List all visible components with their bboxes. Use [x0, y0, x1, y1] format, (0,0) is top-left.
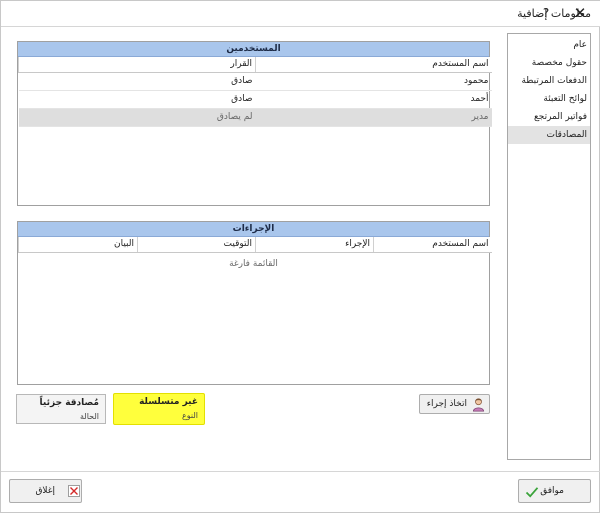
- column-header-description[interactable]: البيان: [18, 237, 138, 253]
- actions-header: الإجراءات: [18, 222, 489, 237]
- close-window-button[interactable]: ✕: [567, 3, 593, 23]
- cell-decision: صادق: [18, 72, 256, 91]
- nav-item-approvals[interactable]: المصادقات: [508, 126, 590, 144]
- cell-username: مدير: [255, 108, 492, 127]
- type-value: غير متسلسلة: [139, 397, 198, 407]
- nav-item-custom-fields[interactable]: حقول مخصصة: [508, 54, 590, 72]
- nav-item-linked-payments[interactable]: الدفعات المرتبطة: [508, 72, 590, 90]
- users-header: المستخدمين: [18, 42, 489, 57]
- take-action-label: اتخاذ إجراء: [426, 399, 467, 409]
- person-icon: [472, 398, 485, 412]
- checkmark-icon: [525, 487, 539, 498]
- ok-label: موافق: [540, 486, 564, 496]
- close-x-icon: [68, 485, 80, 497]
- nav-item-general[interactable]: عام: [508, 36, 590, 54]
- close-button[interactable]: إغلاق: [9, 479, 82, 503]
- type-caption: النوع: [182, 411, 198, 420]
- state-tile: مُصادقة جزئياً الحالة: [16, 394, 106, 424]
- take-action-button[interactable]: اتخاذ إجراء: [419, 394, 490, 414]
- users-group: المستخدمين اسم المستخدم القرار محمود صاد…: [17, 41, 492, 206]
- actions-table: اسم المستخدم الإجراء التوقيت البيان: [18, 237, 492, 253]
- table-row[interactable]: محمود صادق: [18, 72, 492, 91]
- state-value: مُصادقة جزئياً: [39, 398, 99, 408]
- column-header-decision[interactable]: القرار: [18, 57, 256, 73]
- empty-list-message: القائمة فارغة: [229, 258, 278, 269]
- column-header-action[interactable]: الإجراء: [255, 237, 374, 253]
- type-tile: غير متسلسلة النوع: [113, 393, 205, 425]
- cell-decision: صادق: [18, 90, 256, 109]
- ok-button[interactable]: موافق: [518, 479, 591, 503]
- cell-decision: لم يصادق: [18, 108, 256, 127]
- nav-item-packing-lists[interactable]: لوائح التعبئة: [508, 90, 590, 108]
- nav-item-return-invoices[interactable]: فواتير المرتجع: [508, 108, 590, 126]
- actions-group: الإجراءات اسم المستخدم الإجراء التوقيت ا…: [17, 221, 492, 385]
- state-caption: الحالة: [80, 412, 99, 421]
- column-header-username[interactable]: اسم المستخدم: [373, 237, 492, 253]
- table-row[interactable]: أحمد صادق: [18, 90, 492, 109]
- footer-divider: [1, 471, 600, 472]
- dialog-window: معلومات إضافية ? ✕ عام حقول مخصصة الدفعا…: [0, 0, 600, 513]
- title-bar: معلومات إضافية ? ✕: [1, 1, 600, 27]
- cell-username: أحمد: [255, 90, 492, 109]
- users-table: اسم المستخدم القرار محمود صادق أحمد صادق…: [18, 57, 492, 127]
- section-nav: عام حقول مخصصة الدفعات المرتبطة لوائح ال…: [507, 33, 591, 460]
- close-label: إغلاق: [35, 486, 55, 496]
- table-row[interactable]: مدير لم يصادق: [18, 108, 492, 127]
- column-header-username[interactable]: اسم المستخدم: [255, 57, 492, 73]
- help-button[interactable]: ?: [533, 3, 559, 23]
- cell-username: محمود: [255, 72, 492, 91]
- column-header-timing[interactable]: التوقيت: [137, 237, 256, 253]
